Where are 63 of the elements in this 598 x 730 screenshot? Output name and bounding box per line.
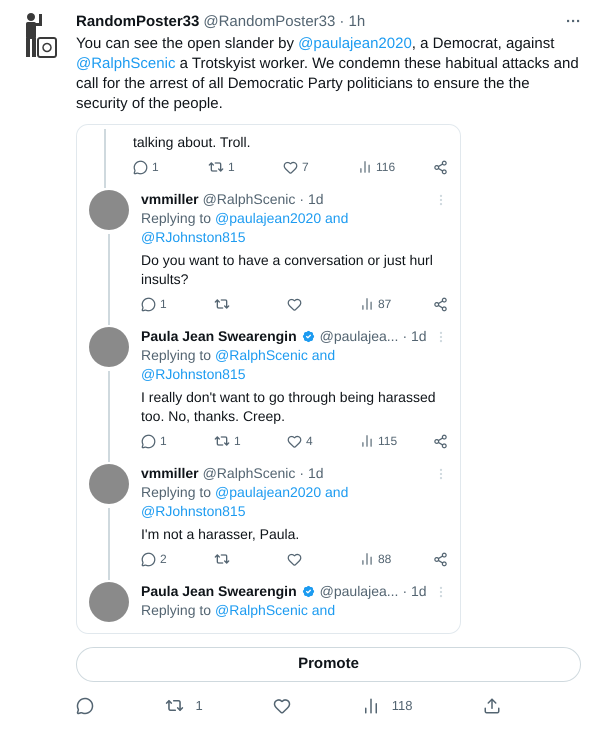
views-count: 116 <box>376 159 396 176</box>
avatar-placeholder[interactable] <box>89 464 129 504</box>
views-count: 115 <box>378 433 398 450</box>
avatar-placeholder[interactable] <box>89 582 129 622</box>
post-time: · 1h <box>339 12 366 32</box>
like-icon[interactable] <box>283 160 298 174</box>
like-icon[interactable] <box>287 296 302 312</box>
author-handle[interactable]: @paulajea... <box>320 327 398 346</box>
reply-text: I really don't want to go through being harassed too. No, thanks. Creep. <box>141 388 437 426</box>
promote-button[interactable]: Promote <box>76 647 581 682</box>
author-name[interactable]: vmmiller <box>141 190 199 209</box>
author-name[interactable]: RandomPoster33 <box>76 12 200 32</box>
reply-text: I'm not a harasser, Paula. <box>141 525 300 544</box>
like-icon[interactable] <box>287 552 302 566</box>
reply-icon[interactable] <box>76 696 94 715</box>
replying-label: Replying to <box>141 346 212 365</box>
reply-icon[interactable] <box>141 296 156 312</box>
views-icon[interactable] <box>360 434 374 448</box>
avatar-placeholder[interactable] <box>89 327 129 367</box>
repost-count: 1 <box>228 159 235 176</box>
views-icon[interactable] <box>360 297 374 311</box>
repost-count: 1 <box>234 433 241 450</box>
more-options[interactable]: ··· <box>566 12 581 32</box>
share-icon[interactable] <box>433 552 448 566</box>
like-count: 7 <box>302 159 309 176</box>
reply-text: talking about. Troll. <box>133 133 252 152</box>
like-icon[interactable] <box>273 696 292 715</box>
reply-icon[interactable] <box>141 434 156 448</box>
views-count: 118 <box>392 697 412 715</box>
author-handle[interactable]: @RalphScenic <box>202 190 296 209</box>
author-handle[interactable]: @paulajea... <box>320 582 398 601</box>
replying-label: Replying to <box>141 483 212 502</box>
share-icon[interactable] <box>433 296 448 312</box>
replying-label: Replying to <box>141 209 212 228</box>
reply-icon[interactable] <box>141 552 156 566</box>
post-text: You can see the open slander by @paulajean2020, a Democrat, against @RalphScenic a Trotskyist worker. We condemn these habitual attacks and call for the arrest of all Democratic Party politicians to ensure the the security of the people. <box>76 34 580 114</box>
post-time: · 1d <box>299 464 324 483</box>
post-time: · 1d <box>299 190 324 209</box>
like-icon[interactable] <box>287 434 302 448</box>
post-time: · 1d <box>402 327 427 346</box>
reply-count: 1 <box>160 296 167 313</box>
share-icon[interactable] <box>433 434 448 448</box>
like-count: 4 <box>306 433 313 450</box>
reply-count: 2 <box>160 551 167 568</box>
reply-icon[interactable] <box>133 160 148 174</box>
share-icon[interactable] <box>433 160 448 174</box>
views-icon[interactable] <box>358 160 372 174</box>
author-handle[interactable]: @RandomPoster33 <box>203 12 336 32</box>
views-count: 88 <box>378 551 392 568</box>
reply-text: Do you want to have a conversation or just hurl insults? <box>141 251 434 289</box>
post-time: · 1d <box>402 582 427 601</box>
views-icon[interactable] <box>360 552 374 566</box>
reply-count: 1 <box>160 433 167 450</box>
repost-count: 1 <box>196 697 203 715</box>
author-name[interactable]: Paula Jean Swearengin <box>141 327 297 346</box>
share-icon[interactable] <box>482 696 501 715</box>
avatar-placeholder[interactable] <box>89 190 129 230</box>
replying-label: Replying to <box>141 601 212 620</box>
author-name[interactable]: Paula Jean Swearengin <box>141 582 297 601</box>
reply-count: 1 <box>152 159 159 176</box>
author-handle[interactable]: @RalphScenic <box>202 464 296 483</box>
views-count: 87 <box>378 296 392 313</box>
author-name[interactable]: vmmiller <box>141 464 199 483</box>
